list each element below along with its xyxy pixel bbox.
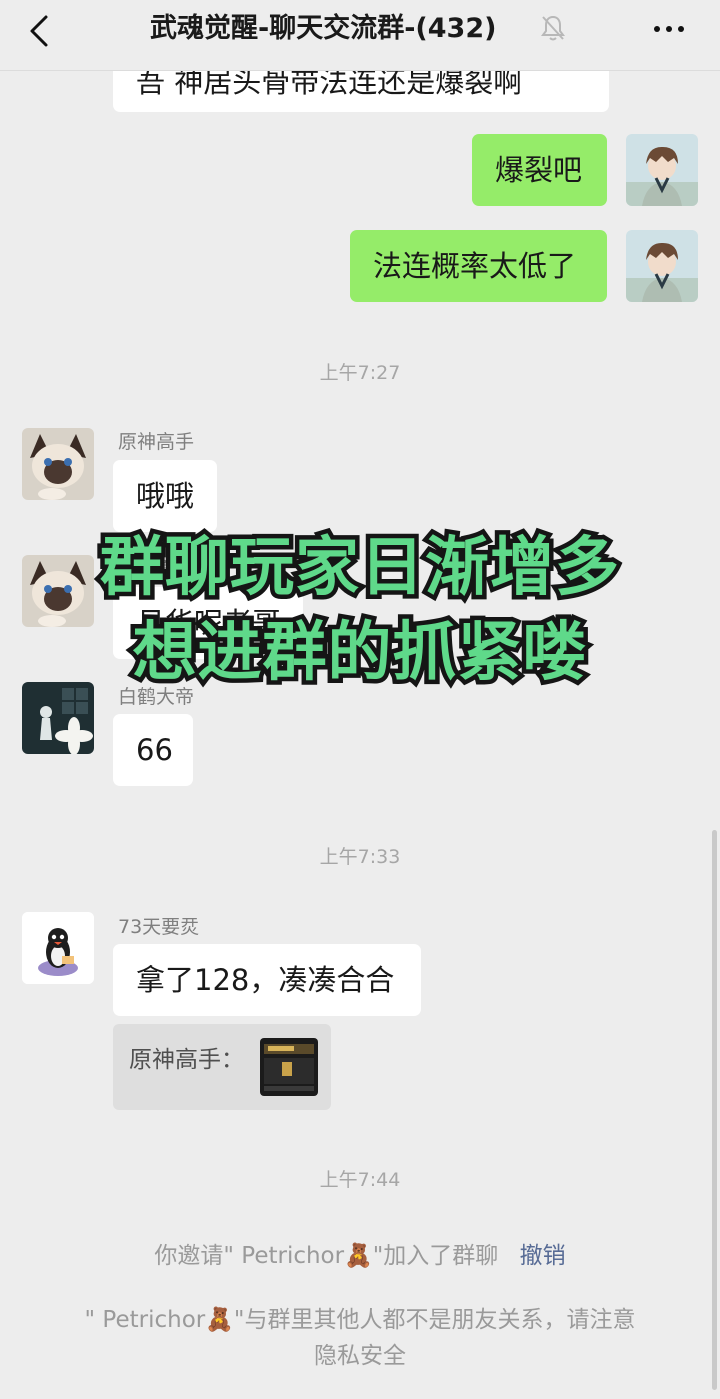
- chat-title: 武魂觉醒-聊天交流群-(432): [150, 13, 497, 44]
- message-text: 哦哦: [136, 479, 195, 513]
- privacy-notice-line-2: 隐私安全: [314, 1343, 406, 1369]
- quoted-message[interactable]: 原神高手：: [113, 1024, 331, 1110]
- anime-boy-avatar-image: [626, 134, 698, 206]
- sender-avatar[interactable]: [22, 428, 94, 500]
- back-button[interactable]: [24, 14, 64, 54]
- message-bubble[interactable]: 66: [113, 714, 193, 786]
- outgoing-message-bubble[interactable]: 爆裂吧: [472, 134, 607, 206]
- invite-notice-text: 你邀请" Petrichor🧸"加入了群聊: [154, 1243, 499, 1269]
- bell-off-icon: [541, 15, 565, 41]
- penguin-avatar-image: [22, 912, 94, 984]
- chat-header: 武魂觉醒-聊天交流群-(432): [0, 0, 720, 71]
- more-options-button[interactable]: [648, 14, 690, 44]
- message-text: 爆裂吧: [495, 153, 583, 187]
- my-avatar[interactable]: [626, 134, 698, 206]
- message-text: 66: [136, 733, 173, 767]
- sender-name: 原神高手: [118, 431, 195, 453]
- chevron-left-icon: [30, 15, 48, 47]
- system-privacy-notice: " Petrichor🧸"与群里其他人都不是朋友关系，请注意 隐私安全: [0, 1302, 720, 1374]
- quote-sender-label: 原神高手：: [129, 1047, 244, 1073]
- system-invite-notice: 你邀请" Petrichor🧸"加入了群聊 撤销: [0, 1238, 720, 1274]
- sender-name: 73天要烎: [118, 916, 200, 938]
- promo-caption-line-1: 群聊玩家日渐增多: [96, 527, 624, 610]
- sender-avatar[interactable]: [22, 912, 94, 984]
- message-bubble[interactable]: 拿了128，凑凑合合: [113, 944, 421, 1016]
- anime-boy-avatar-image: [626, 230, 698, 302]
- timestamp: 上午7:33: [319, 846, 401, 868]
- message-text: 法连概率太低了: [373, 249, 577, 283]
- message-bubble[interactable]: 哦哦: [113, 460, 217, 532]
- outgoing-message-bubble[interactable]: 法连概率太低了: [350, 230, 607, 302]
- privacy-notice-line-1: " Petrichor🧸"与群里其他人都不是朋友关系，请注意: [84, 1307, 636, 1333]
- promo-caption-line-2: 想进群的抓紧喽: [128, 612, 591, 695]
- quoted-image-thumbnail[interactable]: [260, 1038, 318, 1096]
- revoke-invite-link[interactable]: 撤销: [520, 1243, 566, 1269]
- siamese-cat-avatar-image: [22, 428, 94, 500]
- message-text: 拿了128，凑凑合合: [136, 963, 395, 997]
- timestamp: 上午7:27: [319, 362, 401, 384]
- game-screenshot-image: [260, 1038, 318, 1096]
- scrollbar[interactable]: [712, 830, 717, 1390]
- timestamp: 上午7:44: [319, 1169, 401, 1191]
- my-avatar[interactable]: [626, 230, 698, 302]
